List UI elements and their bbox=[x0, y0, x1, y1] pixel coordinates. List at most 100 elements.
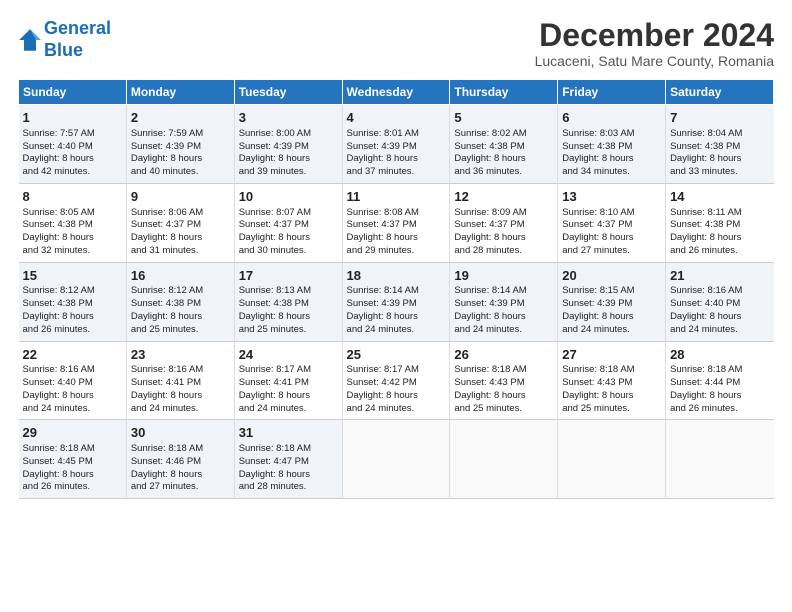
col-sunday: Sunday bbox=[19, 80, 127, 105]
day-info-line: and 32 minutes. bbox=[23, 245, 122, 258]
day-number: 30 bbox=[131, 424, 230, 442]
day-info-line: Daylight: 8 hours bbox=[23, 232, 122, 245]
day-info-line: Sunset: 4:47 PM bbox=[239, 456, 338, 469]
calendar-cell: 27Sunrise: 8:18 AMSunset: 4:43 PMDayligh… bbox=[558, 341, 666, 420]
calendar-cell: 13Sunrise: 8:10 AMSunset: 4:37 PMDayligh… bbox=[558, 183, 666, 262]
day-info-line: and 26 minutes. bbox=[23, 324, 122, 337]
day-info-line: Daylight: 8 hours bbox=[347, 390, 446, 403]
day-info-line: Sunset: 4:38 PM bbox=[670, 219, 769, 232]
day-info-line: Sunset: 4:39 PM bbox=[454, 298, 553, 311]
day-number: 6 bbox=[562, 109, 661, 127]
day-info-line: Daylight: 8 hours bbox=[131, 469, 230, 482]
day-info-line: Sunset: 4:40 PM bbox=[670, 298, 769, 311]
day-info-line: Daylight: 8 hours bbox=[239, 469, 338, 482]
day-number: 19 bbox=[454, 267, 553, 285]
day-number: 28 bbox=[670, 346, 769, 364]
day-number: 4 bbox=[347, 109, 446, 127]
calendar-cell: 10Sunrise: 8:07 AMSunset: 4:37 PMDayligh… bbox=[234, 183, 342, 262]
day-info-line: Sunrise: 8:18 AM bbox=[131, 443, 230, 456]
day-info-line: Sunset: 4:46 PM bbox=[131, 456, 230, 469]
logo-line2: Blue bbox=[44, 40, 83, 60]
day-info-line: Sunrise: 7:57 AM bbox=[23, 128, 122, 141]
day-info-line: and 37 minutes. bbox=[347, 166, 446, 179]
calendar-table: Sunday Monday Tuesday Wednesday Thursday… bbox=[18, 79, 774, 499]
day-info-line: Sunrise: 8:10 AM bbox=[562, 207, 661, 220]
header: General Blue December 2024 Lucaceni, Sat… bbox=[18, 18, 774, 69]
day-info-line: Sunset: 4:39 PM bbox=[562, 298, 661, 311]
day-info-line: Sunrise: 8:07 AM bbox=[239, 207, 338, 220]
day-number: 1 bbox=[23, 109, 122, 127]
calendar-cell: 7Sunrise: 8:04 AMSunset: 4:38 PMDaylight… bbox=[666, 105, 774, 184]
day-info-line: Daylight: 8 hours bbox=[239, 311, 338, 324]
day-info-line: Sunset: 4:39 PM bbox=[131, 141, 230, 154]
day-info-line: Daylight: 8 hours bbox=[23, 469, 122, 482]
day-info-line: Daylight: 8 hours bbox=[670, 232, 769, 245]
header-row: Sunday Monday Tuesday Wednesday Thursday… bbox=[19, 80, 774, 105]
day-number: 31 bbox=[239, 424, 338, 442]
day-number: 12 bbox=[454, 188, 553, 206]
day-info-line: and 24 minutes. bbox=[670, 324, 769, 337]
day-info-line: and 24 minutes. bbox=[347, 403, 446, 416]
day-info-line: and 28 minutes. bbox=[239, 481, 338, 494]
day-number: 23 bbox=[131, 346, 230, 364]
calendar-week-row: 29Sunrise: 8:18 AMSunset: 4:45 PMDayligh… bbox=[19, 420, 774, 499]
calendar-cell: 21Sunrise: 8:16 AMSunset: 4:40 PMDayligh… bbox=[666, 262, 774, 341]
day-info-line: and 24 minutes. bbox=[454, 324, 553, 337]
calendar-cell: 30Sunrise: 8:18 AMSunset: 4:46 PMDayligh… bbox=[126, 420, 234, 499]
day-info-line: Daylight: 8 hours bbox=[454, 153, 553, 166]
day-info-line: Sunrise: 8:06 AM bbox=[131, 207, 230, 220]
day-number: 18 bbox=[347, 267, 446, 285]
calendar-cell: 18Sunrise: 8:14 AMSunset: 4:39 PMDayligh… bbox=[342, 262, 450, 341]
day-info-line: Sunset: 4:38 PM bbox=[23, 219, 122, 232]
day-info-line: Sunset: 4:38 PM bbox=[131, 298, 230, 311]
day-info-line: Daylight: 8 hours bbox=[131, 311, 230, 324]
day-info-line: Sunset: 4:45 PM bbox=[23, 456, 122, 469]
day-info-line: Daylight: 8 hours bbox=[670, 153, 769, 166]
day-info-line: Daylight: 8 hours bbox=[562, 311, 661, 324]
calendar-cell: 14Sunrise: 8:11 AMSunset: 4:38 PMDayligh… bbox=[666, 183, 774, 262]
day-info-line: Sunrise: 8:18 AM bbox=[670, 364, 769, 377]
day-info-line: and 27 minutes. bbox=[562, 245, 661, 258]
day-number: 15 bbox=[23, 267, 122, 285]
day-number: 3 bbox=[239, 109, 338, 127]
calendar-week-row: 15Sunrise: 8:12 AMSunset: 4:38 PMDayligh… bbox=[19, 262, 774, 341]
day-info-line: and 24 minutes. bbox=[239, 403, 338, 416]
day-info-line: Sunset: 4:39 PM bbox=[347, 141, 446, 154]
day-number: 21 bbox=[670, 267, 769, 285]
day-info-line: Sunset: 4:38 PM bbox=[454, 141, 553, 154]
day-info-line: and 25 minutes. bbox=[239, 324, 338, 337]
day-info-line: Daylight: 8 hours bbox=[454, 390, 553, 403]
day-info-line: Daylight: 8 hours bbox=[562, 390, 661, 403]
day-number: 29 bbox=[23, 424, 122, 442]
day-info-line: Sunset: 4:41 PM bbox=[239, 377, 338, 390]
calendar-cell bbox=[342, 420, 450, 499]
day-number: 27 bbox=[562, 346, 661, 364]
day-info-line: Sunrise: 8:14 AM bbox=[347, 285, 446, 298]
calendar-cell: 31Sunrise: 8:18 AMSunset: 4:47 PMDayligh… bbox=[234, 420, 342, 499]
day-info-line: Daylight: 8 hours bbox=[23, 153, 122, 166]
day-number: 11 bbox=[347, 188, 446, 206]
day-info-line: Sunrise: 8:17 AM bbox=[239, 364, 338, 377]
logo-icon bbox=[18, 28, 42, 52]
day-info-line: Sunrise: 8:11 AM bbox=[670, 207, 769, 220]
day-info-line: Sunset: 4:42 PM bbox=[347, 377, 446, 390]
day-number: 24 bbox=[239, 346, 338, 364]
day-number: 5 bbox=[454, 109, 553, 127]
day-info-line: Daylight: 8 hours bbox=[347, 311, 446, 324]
day-info-line: Daylight: 8 hours bbox=[131, 390, 230, 403]
calendar-cell: 26Sunrise: 8:18 AMSunset: 4:43 PMDayligh… bbox=[450, 341, 558, 420]
day-info-line: Daylight: 8 hours bbox=[562, 153, 661, 166]
calendar-cell: 16Sunrise: 8:12 AMSunset: 4:38 PMDayligh… bbox=[126, 262, 234, 341]
calendar-cell: 3Sunrise: 8:00 AMSunset: 4:39 PMDaylight… bbox=[234, 105, 342, 184]
day-info-line: Daylight: 8 hours bbox=[454, 311, 553, 324]
day-info-line: Sunset: 4:43 PM bbox=[562, 377, 661, 390]
day-info-line: Sunrise: 8:18 AM bbox=[239, 443, 338, 456]
day-info-line: and 28 minutes. bbox=[454, 245, 553, 258]
day-info-line: and 34 minutes. bbox=[562, 166, 661, 179]
day-info-line: and 30 minutes. bbox=[239, 245, 338, 258]
day-info-line: Sunrise: 8:12 AM bbox=[131, 285, 230, 298]
day-info-line: and 40 minutes. bbox=[131, 166, 230, 179]
day-number: 16 bbox=[131, 267, 230, 285]
logo-text: General Blue bbox=[44, 18, 111, 61]
day-info-line: Sunrise: 8:15 AM bbox=[562, 285, 661, 298]
